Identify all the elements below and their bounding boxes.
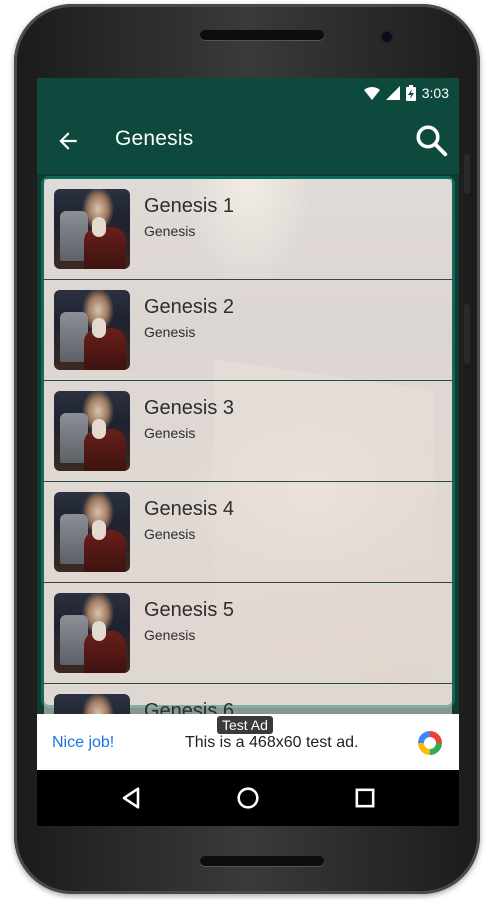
- chapter-book: Genesis: [144, 526, 196, 542]
- moses-thumbnail: [54, 189, 130, 269]
- list-item-genesis-1[interactable]: Genesis 1 Genesis: [44, 179, 452, 280]
- list-item-genesis-5[interactable]: Genesis 5 Genesis: [44, 583, 452, 684]
- chapter-list-container: Genesis 1 Genesis Genesis 2 Genesis Gene…: [37, 174, 459, 770]
- chapter-book: Genesis: [144, 425, 196, 441]
- wifi-icon: [363, 86, 380, 100]
- list-item-genesis-3[interactable]: Genesis 3 Genesis: [44, 381, 452, 482]
- chapter-title: Genesis 3: [144, 397, 235, 419]
- back-arrow-icon[interactable]: [55, 128, 81, 154]
- moses-thumbnail: [54, 290, 130, 370]
- list-item-genesis-2[interactable]: Genesis 2 Genesis: [44, 280, 452, 381]
- battery-charging-icon: [405, 85, 416, 101]
- chapter-book: Genesis: [144, 223, 196, 239]
- nav-home-icon[interactable]: [234, 784, 262, 812]
- system-nav-bar: [37, 770, 459, 826]
- app-screen: 3:03 Genesis Genesis 1 Genesis Genesis 2…: [37, 78, 459, 770]
- moses-thumbnail: [54, 492, 130, 572]
- status-bar: 3:03: [37, 78, 459, 108]
- moses-thumbnail: [54, 391, 130, 471]
- chapter-book: Genesis: [144, 627, 196, 643]
- earpiece-speaker: [200, 30, 324, 40]
- page-title: Genesis: [115, 127, 194, 150]
- volume-button: [464, 304, 470, 364]
- chapter-title: Genesis 1: [144, 195, 235, 217]
- nav-recents-icon[interactable]: [351, 784, 379, 812]
- google-ads-logo-icon[interactable]: [415, 728, 445, 758]
- chapter-book: Genesis: [144, 324, 196, 340]
- test-ad-badge: Test Ad: [217, 716, 273, 734]
- list-item-genesis-4[interactable]: Genesis 4 Genesis: [44, 482, 452, 583]
- ad-cta-link[interactable]: Nice job!: [52, 734, 114, 752]
- clock: 3:03: [421, 85, 449, 101]
- moses-thumbnail: [54, 593, 130, 673]
- app-bar: Genesis: [37, 108, 459, 174]
- chapter-list[interactable]: Genesis 1 Genesis Genesis 2 Genesis Gene…: [44, 179, 452, 770]
- chapter-title: Genesis 4: [144, 498, 235, 520]
- chapter-title: Genesis 2: [144, 296, 235, 318]
- nav-back-icon[interactable]: [117, 784, 145, 812]
- power-button: [464, 154, 470, 194]
- status-icons: 3:03: [363, 84, 449, 102]
- bottom-speaker: [200, 856, 324, 866]
- ad-text: This is a 468x60 test ad.: [185, 734, 359, 751]
- chapter-title: Genesis 5: [144, 599, 235, 621]
- search-icon[interactable]: [413, 122, 449, 158]
- signal-icon: [385, 86, 400, 100]
- front-camera: [382, 32, 392, 42]
